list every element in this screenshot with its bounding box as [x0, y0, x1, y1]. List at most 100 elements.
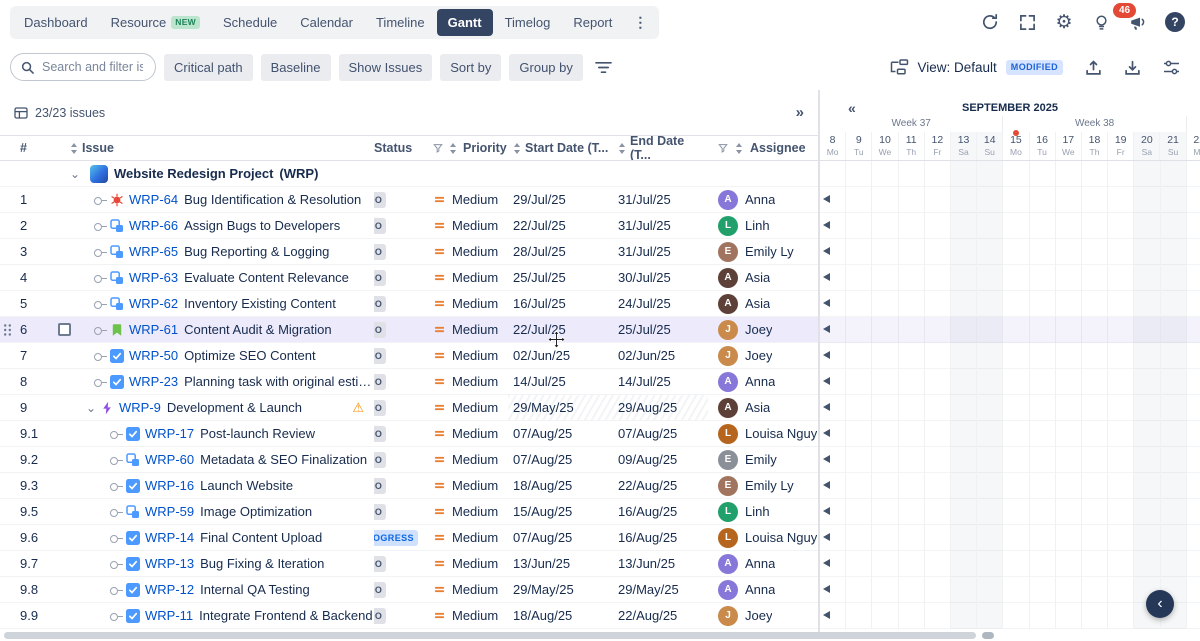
assignee-cell[interactable]: AAnna [708, 369, 818, 394]
issue-key[interactable]: WRP-17 [145, 426, 194, 441]
end-date-cell[interactable]: 31/Jul/25 [612, 239, 708, 264]
assignee-cell[interactable]: AAsia [708, 291, 818, 316]
sort-icon[interactable] [70, 143, 78, 154]
assignee-cell[interactable]: AAnna [708, 187, 818, 212]
refresh-icon[interactable] [979, 11, 1001, 33]
tab-timeline[interactable]: Timeline [365, 9, 436, 36]
issue-row-wrp-64[interactable]: 1WRP-64Bug Identification & ResolutionTO… [0, 187, 818, 213]
timeline-scrollbar-thumb[interactable] [982, 632, 994, 639]
assignee-cell[interactable]: LLouisa Nguy [708, 525, 818, 550]
start-date-cell[interactable]: 18/Aug/25 [508, 473, 612, 498]
sort-icon[interactable] [735, 143, 743, 154]
offscreen-bar-arrow[interactable] [823, 247, 830, 255]
issue-row-wrp-62[interactable]: 5WRP-62Inventory Existing ContentTO DOMe… [0, 291, 818, 317]
issue-title[interactable]: Bug Identification & Resolution [184, 192, 361, 207]
end-date-cell[interactable]: 31/Jul/25 [612, 187, 708, 212]
offscreen-bar-arrow[interactable] [823, 325, 830, 333]
start-date-cell[interactable]: 25/Jul/25 [508, 265, 612, 290]
settings-sliders-icon[interactable] [1160, 56, 1182, 78]
issue-row-wrp-14[interactable]: 9.6WRP-14Final Content UploadIN PROGRESS… [0, 525, 818, 551]
issue-title[interactable]: Integrate Frontend & Backend [199, 608, 372, 623]
export-icon[interactable] [1121, 56, 1143, 78]
start-date-cell[interactable]: 22/Jul/25 [508, 213, 612, 238]
tab-schedule[interactable]: Schedule [212, 9, 288, 36]
toolbar-button-baseline[interactable]: Baseline [261, 54, 331, 81]
offscreen-bar-arrow[interactable] [823, 273, 830, 281]
column-header-start-date[interactable]: Start Date (T... [508, 136, 612, 160]
start-date-cell[interactable]: 15/Aug/25 [508, 499, 612, 524]
issue-row-wrp-13[interactable]: 9.7WRP-13Bug Fixing & IterationTO DOMedi… [0, 551, 818, 577]
issue-title[interactable]: Assign Bugs to Developers [184, 218, 340, 233]
end-date-cell[interactable]: 30/Jul/25 [612, 265, 708, 290]
issue-key[interactable]: WRP-61 [129, 322, 178, 337]
issue-row-wrp-65[interactable]: 3WRP-65Bug Reporting & LoggingTO DOMediu… [0, 239, 818, 265]
filter-icon[interactable] [433, 143, 443, 153]
end-date-cell[interactable]: 24/Jul/25 [612, 291, 708, 316]
toolbar-button-sort-by[interactable]: Sort by [440, 54, 501, 81]
end-date-cell[interactable]: 16/Aug/25 [612, 525, 708, 550]
end-date-cell[interactable]: 09/Aug/25 [612, 447, 708, 472]
timeline-body[interactable] [820, 161, 1200, 629]
assignee-cell[interactable]: LLinh [708, 499, 818, 524]
issue-key[interactable]: WRP-63 [129, 270, 178, 285]
offscreen-bar-arrow[interactable] [823, 585, 830, 593]
end-date-cell[interactable]: 22/Aug/25 [612, 603, 708, 628]
end-date-cell[interactable]: 22/Aug/25 [612, 473, 708, 498]
tab-resource[interactable]: ResourceNEW [100, 9, 211, 36]
issue-title[interactable]: Final Content Upload [200, 530, 322, 545]
assignee-cell[interactable]: AAnna [708, 551, 818, 576]
issue-key[interactable]: WRP-12 [145, 582, 194, 597]
end-date-cell[interactable]: 29/Aug/25 [612, 395, 708, 420]
collapse-chevron-icon[interactable]: ⌄ [70, 168, 82, 180]
offscreen-bar-arrow[interactable] [823, 221, 830, 229]
tab-report[interactable]: Report [562, 9, 623, 36]
sort-icon[interactable] [618, 143, 626, 154]
assignee-cell[interactable]: EEmily Ly [708, 473, 818, 498]
column-header-end-date[interactable]: End Date (T... [612, 136, 708, 160]
tabs-more-icon[interactable]: ⋮ [624, 9, 656, 36]
tab-timelog[interactable]: Timelog [494, 9, 562, 36]
column-header-number[interactable]: # [0, 136, 56, 160]
expand-columns-icon[interactable]: » [796, 104, 804, 121]
end-date-cell[interactable]: 14/Jul/25 [612, 369, 708, 394]
issue-key[interactable]: WRP-14 [145, 530, 194, 545]
column-header-issue[interactable]: Issue [56, 136, 374, 160]
help-icon[interactable]: ? [1164, 11, 1186, 33]
start-date-cell[interactable]: 07/Aug/25 [508, 447, 612, 472]
start-date-cell[interactable]: 13/Jun/25 [508, 551, 612, 576]
collapse-timeline-icon[interactable]: « [848, 100, 856, 116]
issue-row-wrp-11[interactable]: 9.9WRP-11Integrate Frontend & BackendTO … [0, 603, 818, 629]
issue-row-wrp-12[interactable]: 9.8WRP-12Internal QA TestingTO DOMedium2… [0, 577, 818, 603]
view-hierarchy-icon[interactable] [890, 59, 909, 75]
filter-list-button[interactable] [591, 57, 616, 78]
sort-icon[interactable] [449, 143, 457, 154]
issue-row-wrp-63[interactable]: 4WRP-63Evaluate Content RelevanceTO DOMe… [0, 265, 818, 291]
horizontal-scrollbar[interactable] [4, 632, 976, 639]
assignee-cell[interactable]: EEmily [708, 447, 818, 472]
end-date-cell[interactable]: 25/Jul/25 [612, 317, 708, 342]
fullscreen-icon[interactable] [1016, 11, 1038, 33]
assignee-cell[interactable]: JJoey [708, 317, 818, 342]
issue-key[interactable]: WRP-62 [129, 296, 178, 311]
offscreen-bar-arrow[interactable] [823, 403, 830, 411]
issue-title[interactable]: Launch Website [200, 478, 293, 493]
column-header-priority[interactable]: Priority [428, 136, 508, 160]
issue-row-wrp-17[interactable]: 9.1WRP-17Post-launch ReviewTO DOMedium07… [0, 421, 818, 447]
issue-title[interactable]: Bug Fixing & Iteration [200, 556, 324, 571]
offscreen-bar-arrow[interactable] [823, 481, 830, 489]
issue-key[interactable]: WRP-59 [145, 504, 194, 519]
offscreen-bar-arrow[interactable] [823, 559, 830, 567]
issue-key[interactable]: WRP-66 [129, 218, 178, 233]
project-row[interactable]: ⌄ Website Redesign Project (WRP) [0, 161, 818, 187]
assignee-cell[interactable]: AAsia [708, 395, 818, 420]
column-header-assignee[interactable]: Assignee [708, 136, 818, 160]
offscreen-bar-arrow[interactable] [823, 299, 830, 307]
issue-row-wrp-50[interactable]: 7WRP-50Optimize SEO ContentTO DOMedium02… [0, 343, 818, 369]
issue-key[interactable]: WRP-60 [145, 452, 194, 467]
issue-key[interactable]: WRP-16 [145, 478, 194, 493]
issue-title[interactable]: Content Audit & Migration [184, 322, 331, 337]
issue-row-wrp-61[interactable]: 6WRP-61Content Audit & MigrationTO DOMed… [0, 317, 818, 343]
issue-title[interactable]: Planning task with original estimate [184, 374, 374, 389]
start-date-cell[interactable]: 29/May/25 [508, 577, 612, 602]
end-date-cell[interactable]: 02/Jun/25 [612, 343, 708, 368]
